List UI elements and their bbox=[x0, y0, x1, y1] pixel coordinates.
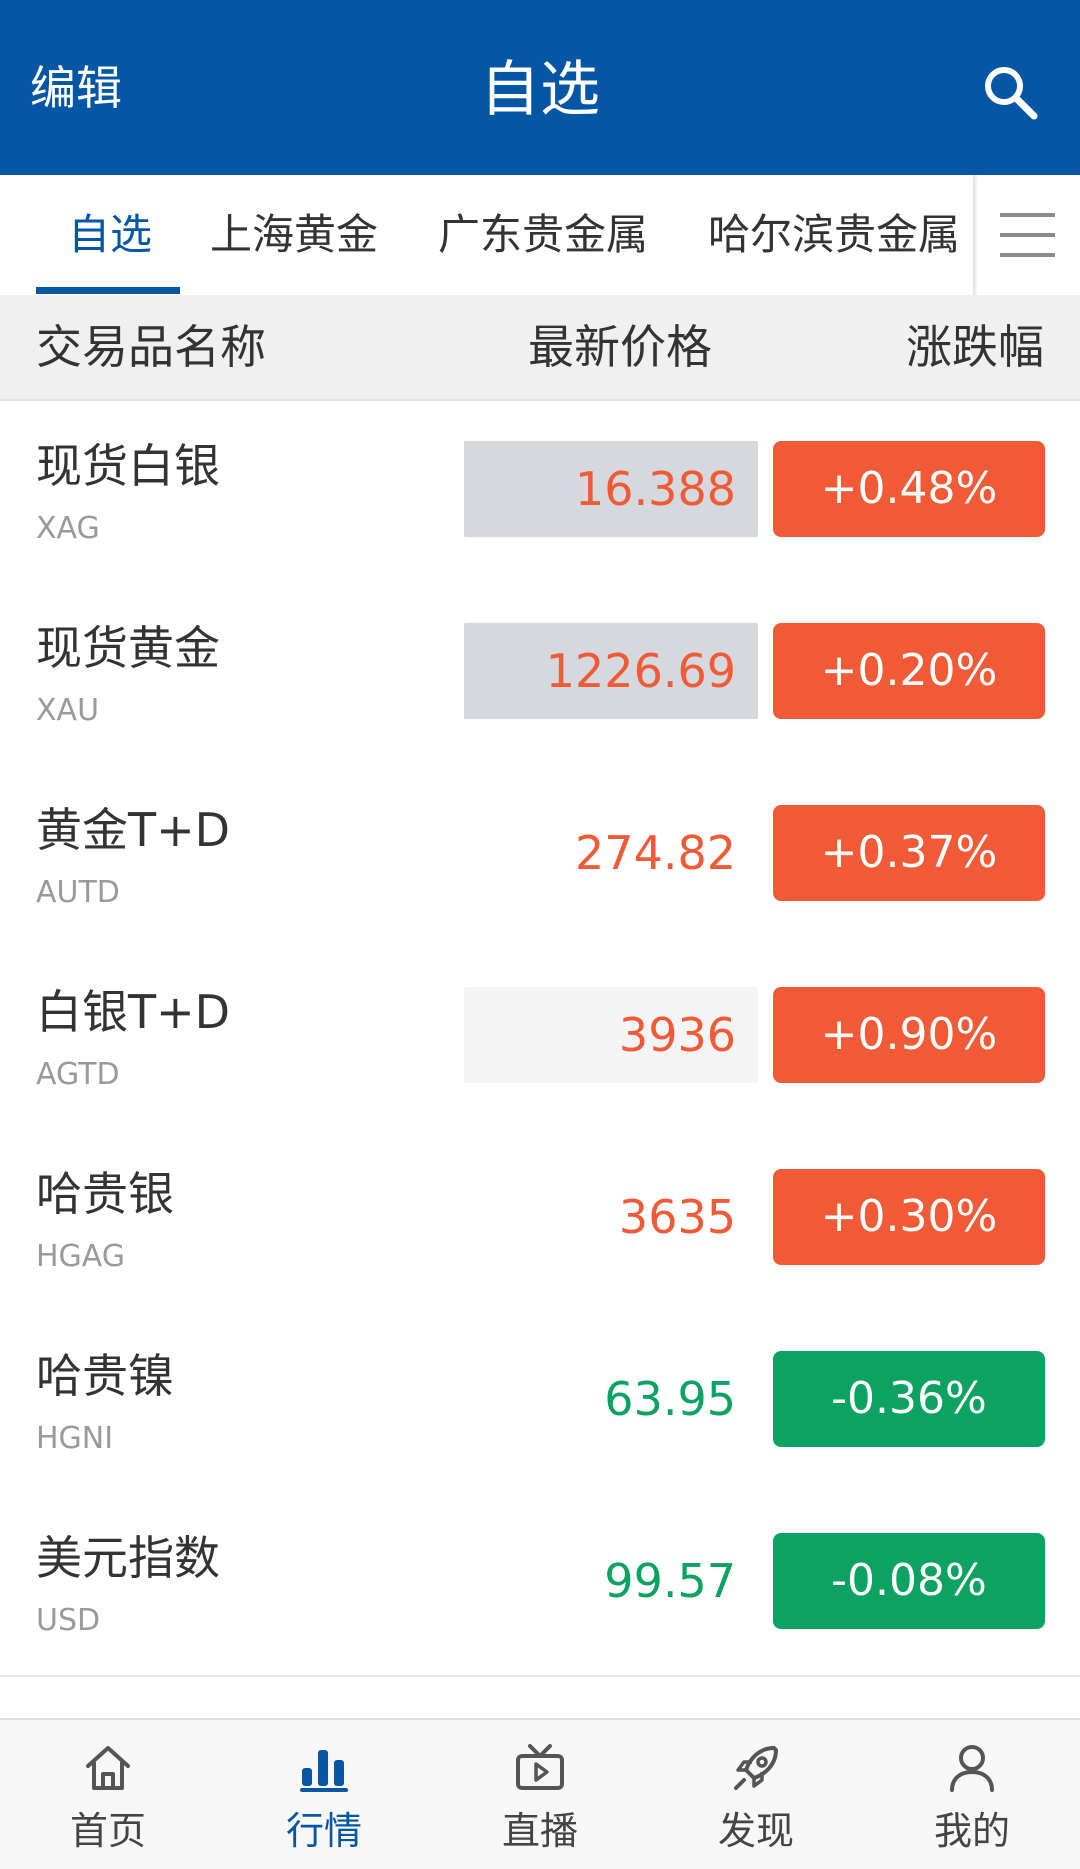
category-tabs: 自选 上海黄金 广东贵金属 哈尔滨贵金属 bbox=[0, 175, 1080, 295]
user-icon bbox=[950, 1745, 994, 1792]
latest-price: 16.388 bbox=[575, 462, 736, 516]
quote-row[interactable]: 哈贵镍 HGNI 63.95 -0.36% bbox=[0, 1311, 1080, 1495]
nav-live[interactable]: 直播 bbox=[432, 1720, 648, 1869]
home-icon bbox=[86, 1746, 130, 1790]
instrument-code: HGNI bbox=[36, 1421, 114, 1456]
latest-price: 1226.69 bbox=[545, 644, 736, 698]
quote-row[interactable]: 哈贵银 HGAG 3635 +0.30% bbox=[0, 1129, 1080, 1313]
instrument-name: 白银T+D bbox=[36, 985, 231, 1039]
instrument-name: 哈贵银 bbox=[36, 1167, 174, 1221]
nav-quotes-label: 行情 bbox=[285, 1809, 362, 1853]
nav-home[interactable]: 首页 bbox=[0, 1720, 216, 1869]
tab-watchlist[interactable]: 自选 bbox=[68, 175, 152, 295]
latest-price: 63.95 bbox=[604, 1372, 736, 1426]
latest-price: 3936 bbox=[618, 1008, 736, 1062]
change-badge[interactable]: -0.36% bbox=[773, 1351, 1045, 1447]
instrument-name: 现货黄金 bbox=[36, 621, 220, 675]
quote-list: 现货白银 XAG 16.388 +0.48% 现货黄金 XAU 1226.69 … bbox=[0, 401, 1080, 1718]
instrument-code: XAU bbox=[36, 693, 100, 728]
change-badge[interactable]: +0.30% bbox=[773, 1169, 1045, 1265]
nav-discover-label: 发现 bbox=[717, 1809, 794, 1853]
nav-mine[interactable]: 我的 bbox=[864, 1720, 1080, 1869]
search-icon[interactable] bbox=[980, 62, 1040, 122]
quote-row[interactable]: 现货黄金 XAU 1226.69 +0.20% bbox=[0, 583, 1080, 767]
bar-chart-icon bbox=[300, 1750, 348, 1792]
instrument-name: 美元指数 bbox=[36, 1531, 220, 1585]
column-name-header: 交易品名称 bbox=[36, 320, 266, 374]
tab-divider bbox=[973, 175, 977, 295]
active-tab-indicator bbox=[36, 287, 180, 294]
nav-quotes[interactable]: 行情 bbox=[216, 1720, 432, 1869]
instrument-code: HGAG bbox=[36, 1239, 126, 1274]
column-change-header: 涨跌幅 bbox=[906, 320, 1044, 374]
instrument-code: XAG bbox=[36, 511, 100, 546]
page-title: 自选 bbox=[480, 55, 600, 125]
change-badge[interactable]: +0.37% bbox=[773, 805, 1045, 901]
rocket-icon bbox=[734, 1746, 778, 1790]
quote-row[interactable]: 黄金T+D AUTD 274.82 +0.37% bbox=[0, 765, 1080, 949]
instrument-code: USD bbox=[36, 1603, 101, 1638]
menu-icon[interactable] bbox=[1000, 213, 1055, 258]
tab-guangdong-precious-metals[interactable]: 广东贵金属 bbox=[438, 175, 648, 295]
tab-shanghai-gold[interactable]: 上海黄金 bbox=[210, 175, 378, 295]
change-badge[interactable]: +0.90% bbox=[773, 987, 1045, 1083]
column-header: 交易品名称 最新价格 涨跌幅 bbox=[0, 295, 1080, 401]
latest-price: 274.82 bbox=[575, 826, 736, 880]
latest-price: 3635 bbox=[618, 1190, 736, 1244]
quote-row[interactable]: 现货白银 XAG 16.388 +0.48% bbox=[0, 401, 1080, 585]
change-badge[interactable]: +0.48% bbox=[773, 441, 1045, 537]
instrument-code: AUTD bbox=[36, 875, 120, 910]
quote-row[interactable]: 美元指数 USD 99.57 -0.08% bbox=[0, 1493, 1080, 1677]
nav-home-label: 首页 bbox=[69, 1809, 146, 1853]
tv-icon bbox=[516, 1744, 564, 1790]
bottom-nav: 首页 行情 直播 发现 我的 bbox=[0, 1718, 1080, 1869]
latest-price: 99.57 bbox=[604, 1554, 736, 1608]
instrument-name: 现货白银 bbox=[36, 439, 220, 493]
instrument-name: 哈贵镍 bbox=[36, 1349, 174, 1403]
app-header: 编辑 自选 bbox=[0, 0, 1080, 175]
instrument-name: 黄金T+D bbox=[36, 803, 231, 857]
change-badge[interactable]: -0.08% bbox=[773, 1533, 1045, 1629]
column-price-header: 最新价格 bbox=[528, 320, 712, 374]
tab-harbin-precious-metals[interactable]: 哈尔滨贵金属 bbox=[708, 175, 960, 295]
nav-mine-label: 我的 bbox=[933, 1809, 1010, 1853]
change-badge[interactable]: +0.20% bbox=[773, 623, 1045, 719]
instrument-code: AGTD bbox=[36, 1057, 120, 1092]
nav-discover[interactable]: 发现 bbox=[648, 1720, 864, 1869]
nav-live-label: 直播 bbox=[501, 1809, 578, 1853]
quote-row[interactable]: 白银T+D AGTD 3936 +0.90% bbox=[0, 947, 1080, 1131]
